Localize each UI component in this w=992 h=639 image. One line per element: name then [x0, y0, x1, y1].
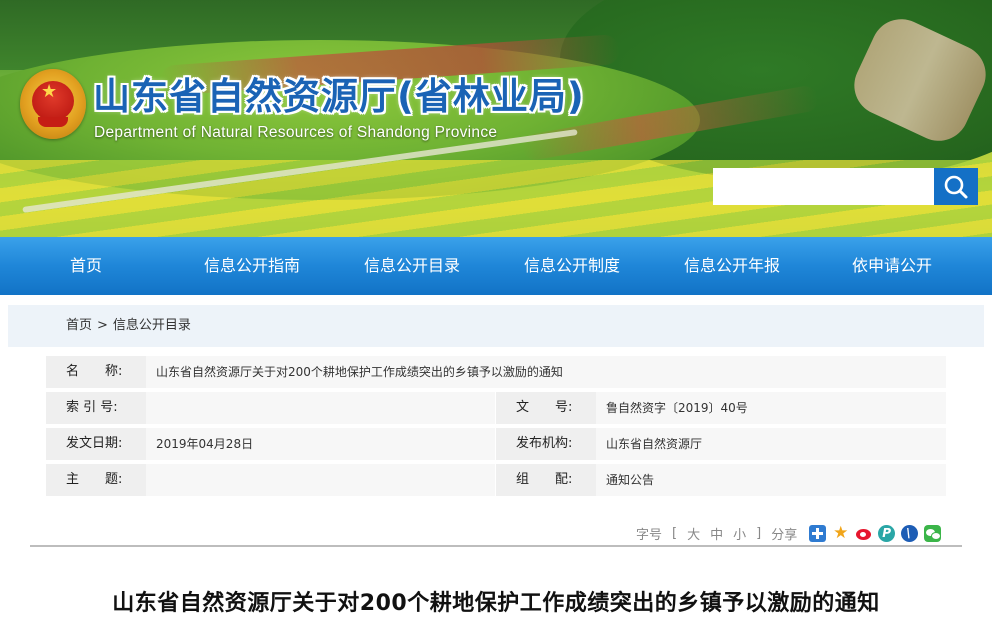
meta-doc-no-label: 文 号:: [496, 392, 596, 424]
meta-publisher-label: 发布机构:: [496, 428, 596, 460]
meta-date-value: 2019年04月28日: [146, 428, 495, 460]
national-emblem-icon: ★: [20, 69, 86, 139]
weibo-icon[interactable]: [855, 525, 872, 542]
nav-item-apply[interactable]: 依申请公开: [812, 237, 972, 295]
meta-subject-label: 主 题:: [46, 464, 146, 496]
meta-category-value: 通知公告: [596, 464, 946, 496]
plus-share-icon[interactable]: [809, 524, 827, 542]
search-icon: [944, 175, 968, 199]
nav-item-home[interactable]: 首页: [0, 237, 172, 295]
meta-subject-value: [146, 464, 495, 496]
tencent-weibo-icon[interactable]: [878, 524, 896, 542]
meta-index-value: [146, 392, 495, 424]
breadcrumb-home-link[interactable]: 首页: [66, 318, 92, 333]
breadcrumb-separator: >: [97, 318, 108, 333]
meta-row-date: 发文日期: 2019年04月28日 发布机构: 山东省自然资源厅: [46, 428, 946, 464]
meta-row-name: 名 称: 山东省自然资源厅关于对200个耕地保护工作成绩突出的乡镇予以激励的通知: [46, 356, 946, 392]
qzone-icon[interactable]: ★: [832, 524, 849, 542]
meta-publisher-value: 山东省自然资源厅: [596, 428, 946, 460]
meta-doc-no-value: 鲁自然资字〔2019〕40号: [596, 392, 946, 424]
meta-date-label: 发文日期:: [46, 428, 146, 460]
breadcrumb: 首页 > 信息公开目录: [66, 305, 191, 347]
bracket-open: [: [672, 525, 678, 541]
meta-row-index: 索 引 号: 文 号: 鲁自然资字〔2019〕40号: [46, 392, 946, 428]
header-banner: ★ 山东省自然资源厅(省林业局) Department of Natural R…: [0, 0, 992, 237]
site-title: 山东省自然资源厅(省林业局): [93, 75, 585, 118]
article-title: 山东省自然资源厅关于对200个耕地保护工作成绩突出的乡镇予以激励的通知: [112, 591, 880, 616]
meta-row-subject: 主 题: 组 配: 通知公告: [46, 464, 946, 500]
nav-item-catalog[interactable]: 信息公开目录: [332, 237, 492, 295]
main-nav: 首页 信息公开指南 信息公开目录 信息公开制度 信息公开年报 依申请公开: [0, 237, 992, 295]
font-size-small-button[interactable]: 小: [733, 524, 746, 543]
search-input[interactable]: [713, 168, 934, 205]
meta-category-label: 组 配:: [496, 464, 596, 496]
font-size-large-button[interactable]: 大: [687, 524, 700, 543]
site-subtitle: Department of Natural Resources of Shand…: [94, 124, 498, 141]
meta-name-value: 山东省自然资源厅关于对200个耕地保护工作成绩突出的乡镇予以激励的通知: [146, 356, 946, 388]
nav-item-system[interactable]: 信息公开制度: [492, 237, 652, 295]
font-size-medium-button[interactable]: 中: [710, 524, 723, 543]
wechat-icon[interactable]: [924, 524, 942, 542]
breadcrumb-bar: 首页 > 信息公开目录: [8, 305, 984, 347]
nav-item-guide[interactable]: 信息公开指南: [172, 237, 332, 295]
meta-index-label: 索 引 号:: [46, 392, 146, 424]
share-label: 分享: [771, 527, 798, 543]
divider: [30, 545, 962, 547]
renren-icon[interactable]: [901, 524, 919, 542]
bracket-close: ]: [756, 525, 762, 541]
article-tools: 字号 [ 大 中 小 ] 分享 ★: [636, 522, 947, 544]
document-meta-table: 名 称: 山东省自然资源厅关于对200个耕地保护工作成绩突出的乡镇予以激励的通知…: [46, 356, 946, 500]
search-button[interactable]: [934, 168, 978, 205]
share-icons: ★: [809, 524, 947, 542]
breadcrumb-current-link[interactable]: 信息公开目录: [113, 318, 191, 333]
font-size-label: 字号: [636, 527, 663, 543]
nav-item-annual-report[interactable]: 信息公开年报: [652, 237, 812, 295]
meta-name-label: 名 称:: [46, 356, 146, 388]
